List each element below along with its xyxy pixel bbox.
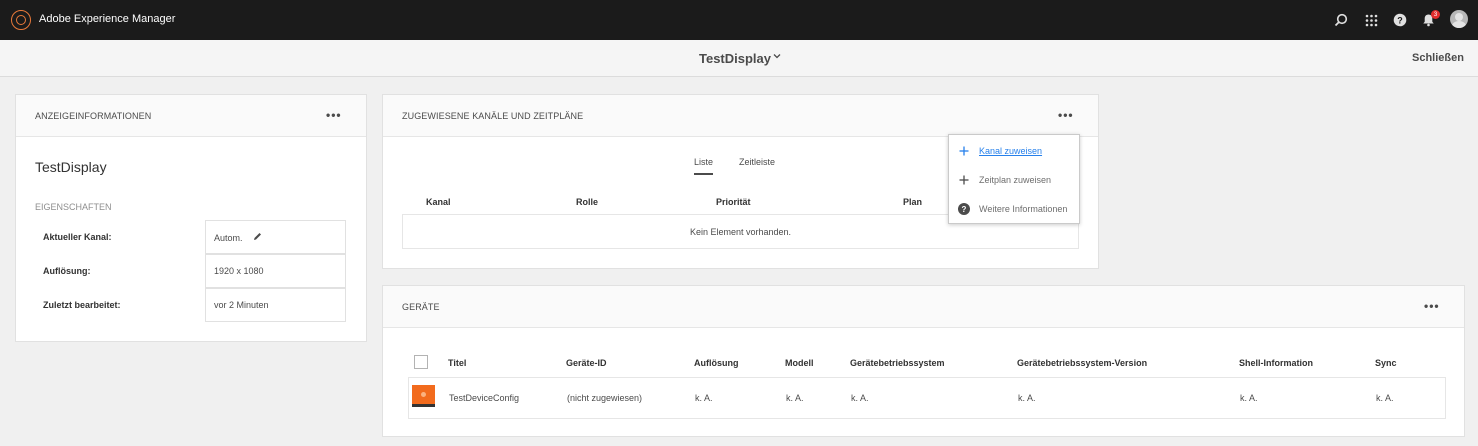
pencil-edit-icon[interactable] [251,233,263,243]
column-header-model[interactable]: Modell [785,358,814,368]
close-button[interactable]: Schließen [1412,52,1464,64]
device-model: k. A. [786,393,804,403]
column-header-plan[interactable]: Plan [903,197,922,207]
assign-schedule-label: Zeitplan zuweisen [979,175,1052,185]
property-value-resolution: 1920 x 1080 [205,254,346,288]
column-header-sync[interactable]: Sync [1375,358,1397,368]
user-avatar[interactable] [1450,10,1468,28]
table-row[interactable]: TestDeviceConfig (nicht zugewiesen) k. A… [408,377,1446,419]
card-title: ZUGEWIESENE KANÄLE UND ZEITPLÄNE [402,111,584,121]
plus-icon [958,174,970,186]
card-title: GERÄTE [402,302,440,312]
more-actions-icon[interactable]: ••• [1424,299,1440,313]
column-header-device-id[interactable]: Geräte-ID [566,358,607,368]
search-icon[interactable] [1333,12,1349,28]
device-sync: k. A. [1376,393,1394,403]
menu-item-assign-channel[interactable]: Kanal zuweisen [958,142,1042,160]
property-value-last-modified: vor 2 Minuten [205,288,346,322]
device-title[interactable]: TestDeviceConfig [449,393,519,403]
plus-icon [958,145,970,157]
more-info-label: Weitere Informationen [979,204,1068,214]
column-header-title[interactable]: Titel [448,358,466,368]
menu-item-more-info[interactable]: ? Weitere Informationen [958,200,1067,218]
device-shell-info: k. A. [1240,393,1258,403]
property-label-resolution: Auflösung: [43,266,91,276]
last-modified-value: vor 2 Minuten [214,300,269,310]
card-header: GERÄTE ••• [383,286,1464,328]
resolution-value: 1920 x 1080 [214,266,264,276]
column-header-priority[interactable]: Priorität [716,197,751,207]
help-icon[interactable]: ? [1392,12,1408,28]
title-bar: TestDisplay Schließen [0,40,1478,77]
chevron-down-icon[interactable] [773,52,781,63]
column-header-role[interactable]: Rolle [576,197,598,207]
display-info-card: ANZEIGEINFORMATIONEN ••• TestDisplay EIG… [15,94,367,342]
card-header: ANZEIGEINFORMATIONEN ••• [16,95,366,137]
assign-actions-popover: Kanal zuweisen Zeitplan zuweisen ? Weite… [948,134,1080,224]
app-title[interactable]: Adobe Experience Manager [39,13,175,25]
properties-heading: EIGENSCHAFTEN [35,202,112,212]
property-label-current-channel: Aktueller Kanal: [43,232,112,242]
assign-channel-label: Kanal zuweisen [979,146,1043,156]
card-title: ANZEIGEINFORMATIONEN [35,111,152,121]
page-title[interactable]: TestDisplay [699,51,771,66]
device-thumbnail-icon [412,385,435,407]
property-value-current-channel[interactable]: Autom. [205,220,346,254]
property-label-last-modified: Zuletzt bearbeitet: [43,300,121,310]
tab-list[interactable]: Liste [694,157,714,175]
more-actions-icon[interactable]: ••• [326,108,342,122]
more-actions-icon[interactable]: ••• [1058,108,1074,122]
current-channel-value: Autom. [214,233,243,243]
help-icon: ? [958,203,970,215]
card-header: ZUGEWIESENE KANÄLE UND ZEITPLÄNE ••• [383,95,1098,137]
tab-timeline[interactable]: Zeitleiste [739,157,775,167]
device-id: (nicht zugewiesen) [567,393,643,403]
device-resolution: k. A. [695,393,713,403]
column-header-shell-info[interactable]: Shell-Information [1239,358,1313,368]
notification-badge: 3 [1431,10,1440,19]
apps-grid-icon[interactable] [1363,12,1379,28]
select-all-checkbox[interactable] [414,355,428,369]
device-os: k. A. [851,393,869,403]
column-header-resolution[interactable]: Auflösung [694,358,739,368]
column-header-os[interactable]: Gerätebetriebssystem [850,358,945,368]
menu-item-assign-schedule[interactable]: Zeitplan zuweisen [958,171,1051,189]
devices-card: GERÄTE ••• Titel Geräte-ID Auflösung Mod… [382,285,1465,437]
column-header-os-version[interactable]: Gerätebetriebssystem-Version [1017,358,1147,368]
display-name: TestDisplay [35,159,107,175]
column-header-channel[interactable]: Kanal [426,197,451,207]
aem-logo-icon[interactable] [11,10,31,30]
device-os-version: k. A. [1018,393,1036,403]
svg-text:?: ? [1397,16,1403,26]
shell-header: Adobe Experience Manager ? 3 [0,0,1478,40]
